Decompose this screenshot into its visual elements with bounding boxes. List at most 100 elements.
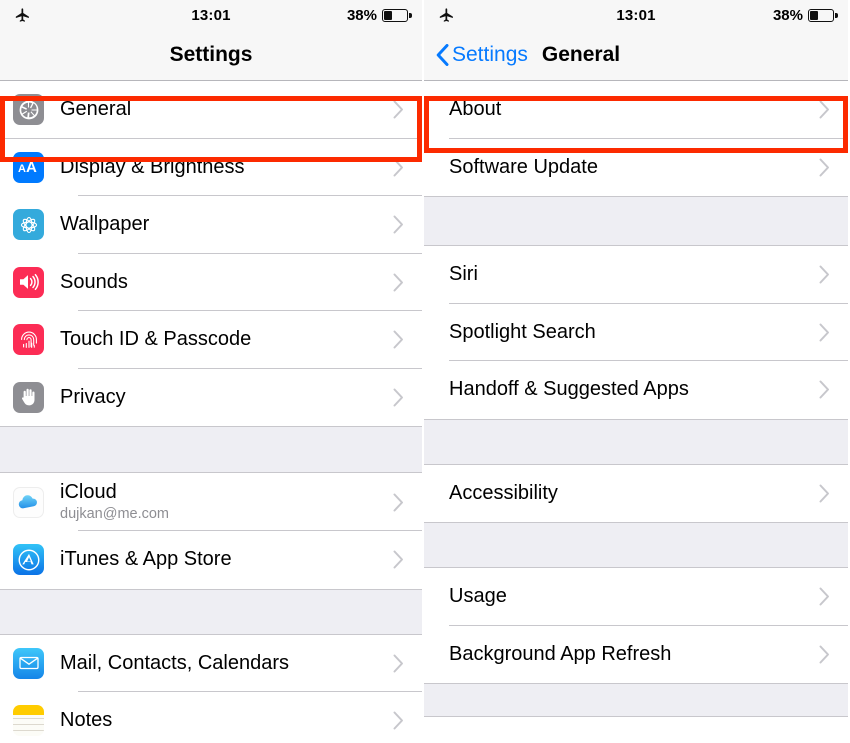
chevron-right-icon: [393, 215, 403, 234]
list-item-label: Spotlight Search: [449, 320, 596, 343]
general-settings-screen: 13:01 38% Settings General About Softwar…: [424, 0, 848, 743]
list-item-handoff-suggested-apps[interactable]: Handoff & Suggested Apps: [424, 361, 848, 419]
speaker-icon: [13, 266, 44, 298]
sidebar-item-sounds[interactable]: Sounds: [0, 253, 422, 311]
status-bar-right: 38%: [772, 6, 838, 24]
battery-percent-label: 38%: [346, 6, 377, 24]
list-item-background-app-refresh[interactable]: Background App Refresh: [424, 625, 848, 683]
group-separator: [424, 522, 848, 568]
list-item-siri[interactable]: Siri: [424, 246, 848, 304]
sidebar-item-label: iTunes & App Store: [60, 548, 232, 571]
app-store-icon: [13, 544, 44, 576]
sidebar-item-label: Display & Brightness: [60, 155, 245, 178]
sidebar-item-label: Mail, Contacts, Calendars: [60, 651, 289, 674]
row-text: Siri: [449, 263, 819, 286]
sidebar-item-label: Wallpaper: [60, 213, 150, 236]
sidebar-item-mail-contacts-calendars[interactable]: Mail, Contacts, Calendars: [0, 634, 422, 692]
battery-icon: [808, 8, 838, 22]
chevron-right-icon: [819, 100, 829, 119]
svg-text:A: A: [26, 159, 37, 176]
sidebar-item-label: Sounds: [60, 270, 128, 293]
chevron-right-icon: [393, 330, 403, 349]
list-item-spotlight-search[interactable]: Spotlight Search: [424, 303, 848, 361]
sidebar-item-label: General: [60, 98, 132, 121]
chevron-right-icon: [819, 265, 829, 284]
group-separator: [424, 683, 848, 717]
list-item-label: Usage: [449, 585, 507, 608]
sidebar-item-itunes-app-store[interactable]: iTunes & App Store: [0, 531, 422, 589]
back-button-label: Settings: [452, 43, 528, 66]
sidebar-item-general[interactable]: General: [0, 81, 422, 139]
list-item-accessibility[interactable]: Accessibility: [424, 464, 848, 522]
icloud-account-email: dujkan@me.com: [60, 505, 170, 522]
battery-percent-label: 38%: [772, 6, 803, 24]
chevron-right-icon: [393, 711, 403, 730]
row-text: Mail, Contacts, Calendars: [60, 652, 393, 675]
status-bar: 13:01 38%: [0, 0, 422, 30]
chevron-right-icon: [819, 484, 829, 503]
chevron-right-icon: [819, 645, 829, 664]
sidebar-item-label: Privacy: [60, 385, 126, 408]
list-item-label: Accessibility: [449, 481, 558, 504]
list-item-about[interactable]: About: [424, 81, 848, 139]
svg-text:A: A: [18, 163, 26, 175]
row-text: About: [449, 98, 819, 121]
chevron-right-icon: [393, 388, 403, 407]
row-text: iTunes & App Store: [60, 548, 393, 571]
gear-icon: [13, 94, 44, 126]
sidebar-item-wallpaper[interactable]: Wallpaper: [0, 196, 422, 254]
navigation-bar: Settings: [0, 30, 422, 81]
row-text: General: [60, 98, 393, 121]
row-text: Touch ID & Passcode: [60, 328, 393, 351]
sidebar-item-touch-id-passcode[interactable]: Touch ID & Passcode: [0, 311, 422, 369]
back-button[interactable]: Settings: [424, 43, 528, 67]
sidebar-item-icloud[interactable]: iCloud dujkan@me.com: [0, 473, 422, 531]
cloud-icon: [13, 486, 44, 518]
sidebar-item-display-brightness[interactable]: AA Display & Brightness: [0, 138, 422, 196]
row-text: Software Update: [449, 156, 819, 179]
settings-screen: 13:01 38% Settings General A A Display &…: [0, 0, 424, 743]
row-text: iCloud dujkan@me.com: [60, 481, 393, 523]
dual-screenshot-container: 13:01 38% Settings General A A Display &…: [0, 0, 850, 743]
list-item-software-update[interactable]: Software Update: [424, 138, 848, 196]
navigation-bar: Settings General: [424, 30, 848, 81]
status-bar: 13:01 38%: [424, 0, 848, 30]
row-text: Display & Brightness: [60, 156, 393, 179]
group-separator: [424, 196, 848, 246]
list-item-label: Background App Refresh: [449, 642, 672, 665]
row-text: Wallpaper: [60, 213, 393, 236]
list-item-label: Software Update: [449, 155, 598, 178]
hand-icon: [13, 381, 44, 413]
chevron-right-icon: [819, 158, 829, 177]
row-text: Handoff & Suggested Apps: [449, 378, 819, 401]
row-text: Background App Refresh: [449, 643, 819, 666]
sidebar-item-label: Notes: [60, 709, 113, 732]
row-text: Spotlight Search: [449, 321, 819, 344]
chevron-right-icon: [393, 100, 403, 119]
row-text: Privacy: [60, 386, 393, 409]
list-item-label: About: [449, 98, 502, 121]
general-settings-list: About Software Update Siri Spotlight Sea…: [424, 81, 848, 717]
row-text: Usage: [449, 585, 819, 608]
chevron-right-icon: [393, 158, 403, 177]
row-text: Sounds: [60, 271, 393, 294]
status-bar-right: 38%: [346, 6, 412, 24]
fingerprint-icon: [13, 324, 44, 356]
sidebar-item-notes[interactable]: Notes: [0, 692, 422, 743]
chevron-right-icon: [393, 273, 403, 292]
text-size-icon: AA: [13, 151, 44, 183]
chevron-right-icon: [819, 323, 829, 342]
list-item-usage[interactable]: Usage: [424, 568, 848, 626]
group-separator: [0, 426, 422, 473]
list-item-label: Siri: [449, 263, 478, 286]
flower-icon: [13, 209, 44, 241]
battery-icon: [382, 8, 412, 22]
settings-list: General AA Display & Brightness Wallpape…: [0, 81, 422, 743]
page-title: Settings: [169, 43, 253, 66]
sidebar-item-privacy[interactable]: Privacy: [0, 368, 422, 426]
row-text: Accessibility: [449, 482, 819, 505]
sidebar-item-label: iCloud: [60, 480, 117, 503]
chevron-right-icon: [393, 493, 403, 511]
row-text: Notes: [60, 709, 393, 732]
list-item-label: Handoff & Suggested Apps: [449, 378, 689, 401]
